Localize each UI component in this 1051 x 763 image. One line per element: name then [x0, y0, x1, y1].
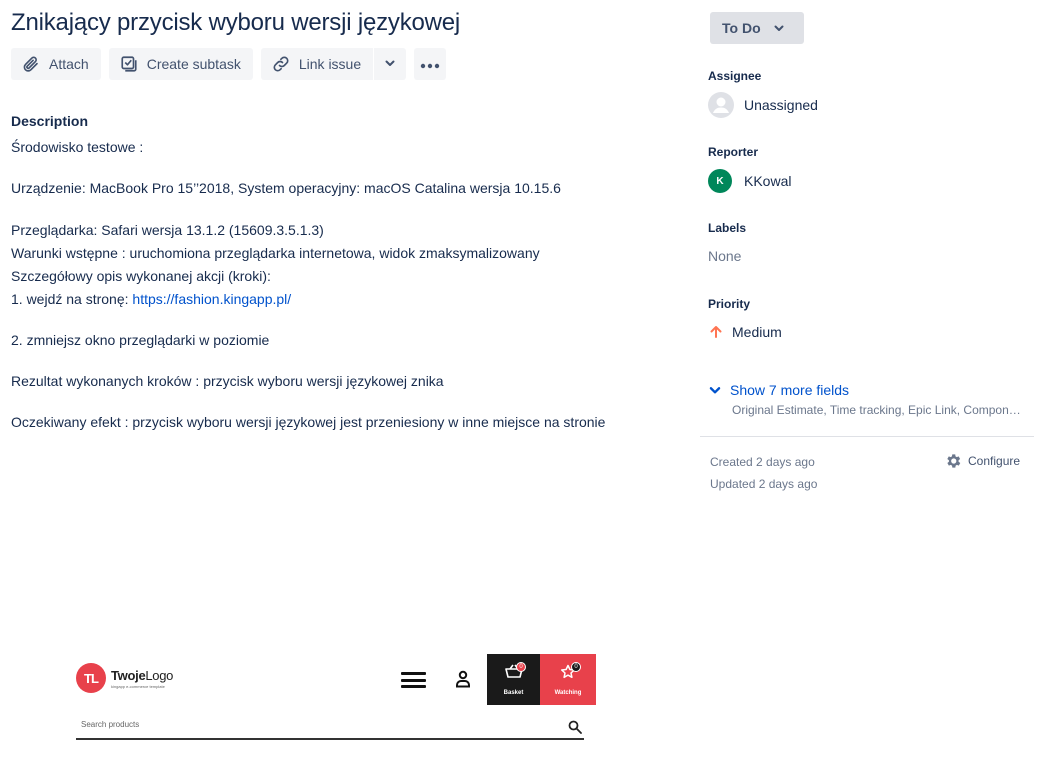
create-subtask-label: Create subtask [146, 56, 241, 72]
unassigned-avatar-icon [708, 92, 734, 118]
fashion-kingapp-link[interactable]: https://fashion.kingapp.pl/ [132, 291, 291, 307]
priority-label: Priority [708, 297, 751, 311]
chevron-down-icon [773, 22, 785, 34]
updated-timestamp: Updated 2 days ago [710, 477, 818, 491]
arrow-up-icon [708, 324, 724, 340]
description-line: 2. zmniejsz okno przeglądarki w poziomie [11, 332, 270, 348]
link-issue-button[interactable]: Link issue [261, 48, 375, 80]
description-line: Oczekiwany efekt : przycisk wyboru wersj… [11, 414, 606, 430]
user-icon [455, 670, 471, 693]
twojelogo-logo: TL TwojeLogo kingapp e-commerce template [76, 663, 173, 693]
issue-toolbar: Attach Create subtask Link issue [11, 48, 447, 80]
subtask-icon [119, 54, 139, 74]
assignee-value: Unassigned [744, 97, 818, 113]
reporter-value: KKowal [744, 173, 792, 189]
paperclip-icon [21, 54, 41, 74]
hamburger-menu-icon [401, 672, 426, 688]
status-dropdown[interactable]: To Do [710, 12, 804, 44]
status-label: To Do [722, 20, 761, 36]
logo-name-rest: Logo [145, 667, 174, 683]
assignee-label: Assignee [708, 69, 762, 83]
search-bar [76, 716, 584, 740]
more-fields-summary: Original Estimate, Time tracking, Epic L… [732, 403, 1022, 417]
logo-name-bold: Twoje [111, 667, 146, 683]
search-icon [568, 720, 582, 739]
issue-title[interactable]: Znikający przycisk wyboru wersji językow… [11, 9, 460, 37]
configure-button[interactable]: Configure [944, 452, 1020, 470]
show-more-fields-button[interactable]: Show 7 more fields [708, 382, 849, 398]
priority-value: Medium [732, 324, 782, 340]
link-icon [271, 54, 291, 74]
search-input [81, 720, 551, 729]
description-line: 1. wejdź na stronę: [11, 291, 133, 307]
basket-label: Basket [503, 690, 524, 696]
attach-button[interactable]: Attach [11, 48, 101, 80]
attached-screenshot: TL TwojeLogo kingapp e-commerce template… [74, 654, 598, 746]
basket-count: 0 [516, 662, 526, 672]
logo-mark: TL [76, 663, 106, 693]
chevron-down-icon [384, 56, 396, 72]
create-subtask-button[interactable]: Create subtask [108, 48, 253, 80]
description-line: Urządzenie: MacBook Pro 15’’2018, System… [11, 180, 561, 196]
watching-label: Watching [554, 690, 582, 696]
description-line: Rezultat wykonanych kroków : przycisk wy… [11, 373, 444, 389]
show-more-fields-label: Show 7 more fields [730, 382, 850, 398]
link-issue-dropdown[interactable] [374, 48, 406, 80]
description-line: Szczegółowy opis wykonanej akcji (kroki)… [11, 268, 271, 284]
description-line: Środowisko testowe : [11, 139, 144, 155]
logo-text: TwojeLogo kingapp e-commerce template [111, 668, 173, 689]
description-heading: Description [11, 113, 89, 129]
link-issue-label: Link issue [298, 56, 362, 72]
description-step-1: 1. wejdź na stronę: https://fashion.king… [11, 291, 291, 307]
assignee-field[interactable]: Unassigned [708, 92, 818, 118]
labels-value[interactable]: None [708, 248, 741, 264]
sidebar-divider [700, 436, 1034, 437]
description-line: Warunki wstępne : uruchomiona przeglądar… [11, 245, 540, 261]
logo-tagline: kingapp e-commerce template [111, 683, 165, 689]
priority-field[interactable]: Medium [708, 324, 782, 340]
description-line: Przeglądarka: Safari wersja 13.1.2 (1560… [11, 222, 324, 238]
logo-name: TwojeLogo [111, 668, 173, 683]
watching-tile: 0 Watching [540, 654, 596, 705]
created-timestamp: Created 2 days ago [710, 455, 815, 469]
gear-icon [944, 452, 962, 470]
attach-label: Attach [49, 56, 89, 72]
reporter-label: Reporter [708, 145, 759, 159]
labels-label: Labels [708, 221, 747, 235]
watching-count: 0 [571, 662, 581, 672]
link-issue-split-button: Link issue [260, 48, 407, 80]
chevron-down-icon [708, 383, 722, 397]
more-icon [420, 56, 440, 72]
basket-tile: 0 Basket [487, 654, 540, 705]
more-actions-button[interactable] [414, 48, 447, 80]
reporter-avatar: K [708, 169, 732, 193]
reporter-field[interactable]: K KKowal [708, 169, 791, 193]
configure-label: Configure [968, 454, 1021, 468]
